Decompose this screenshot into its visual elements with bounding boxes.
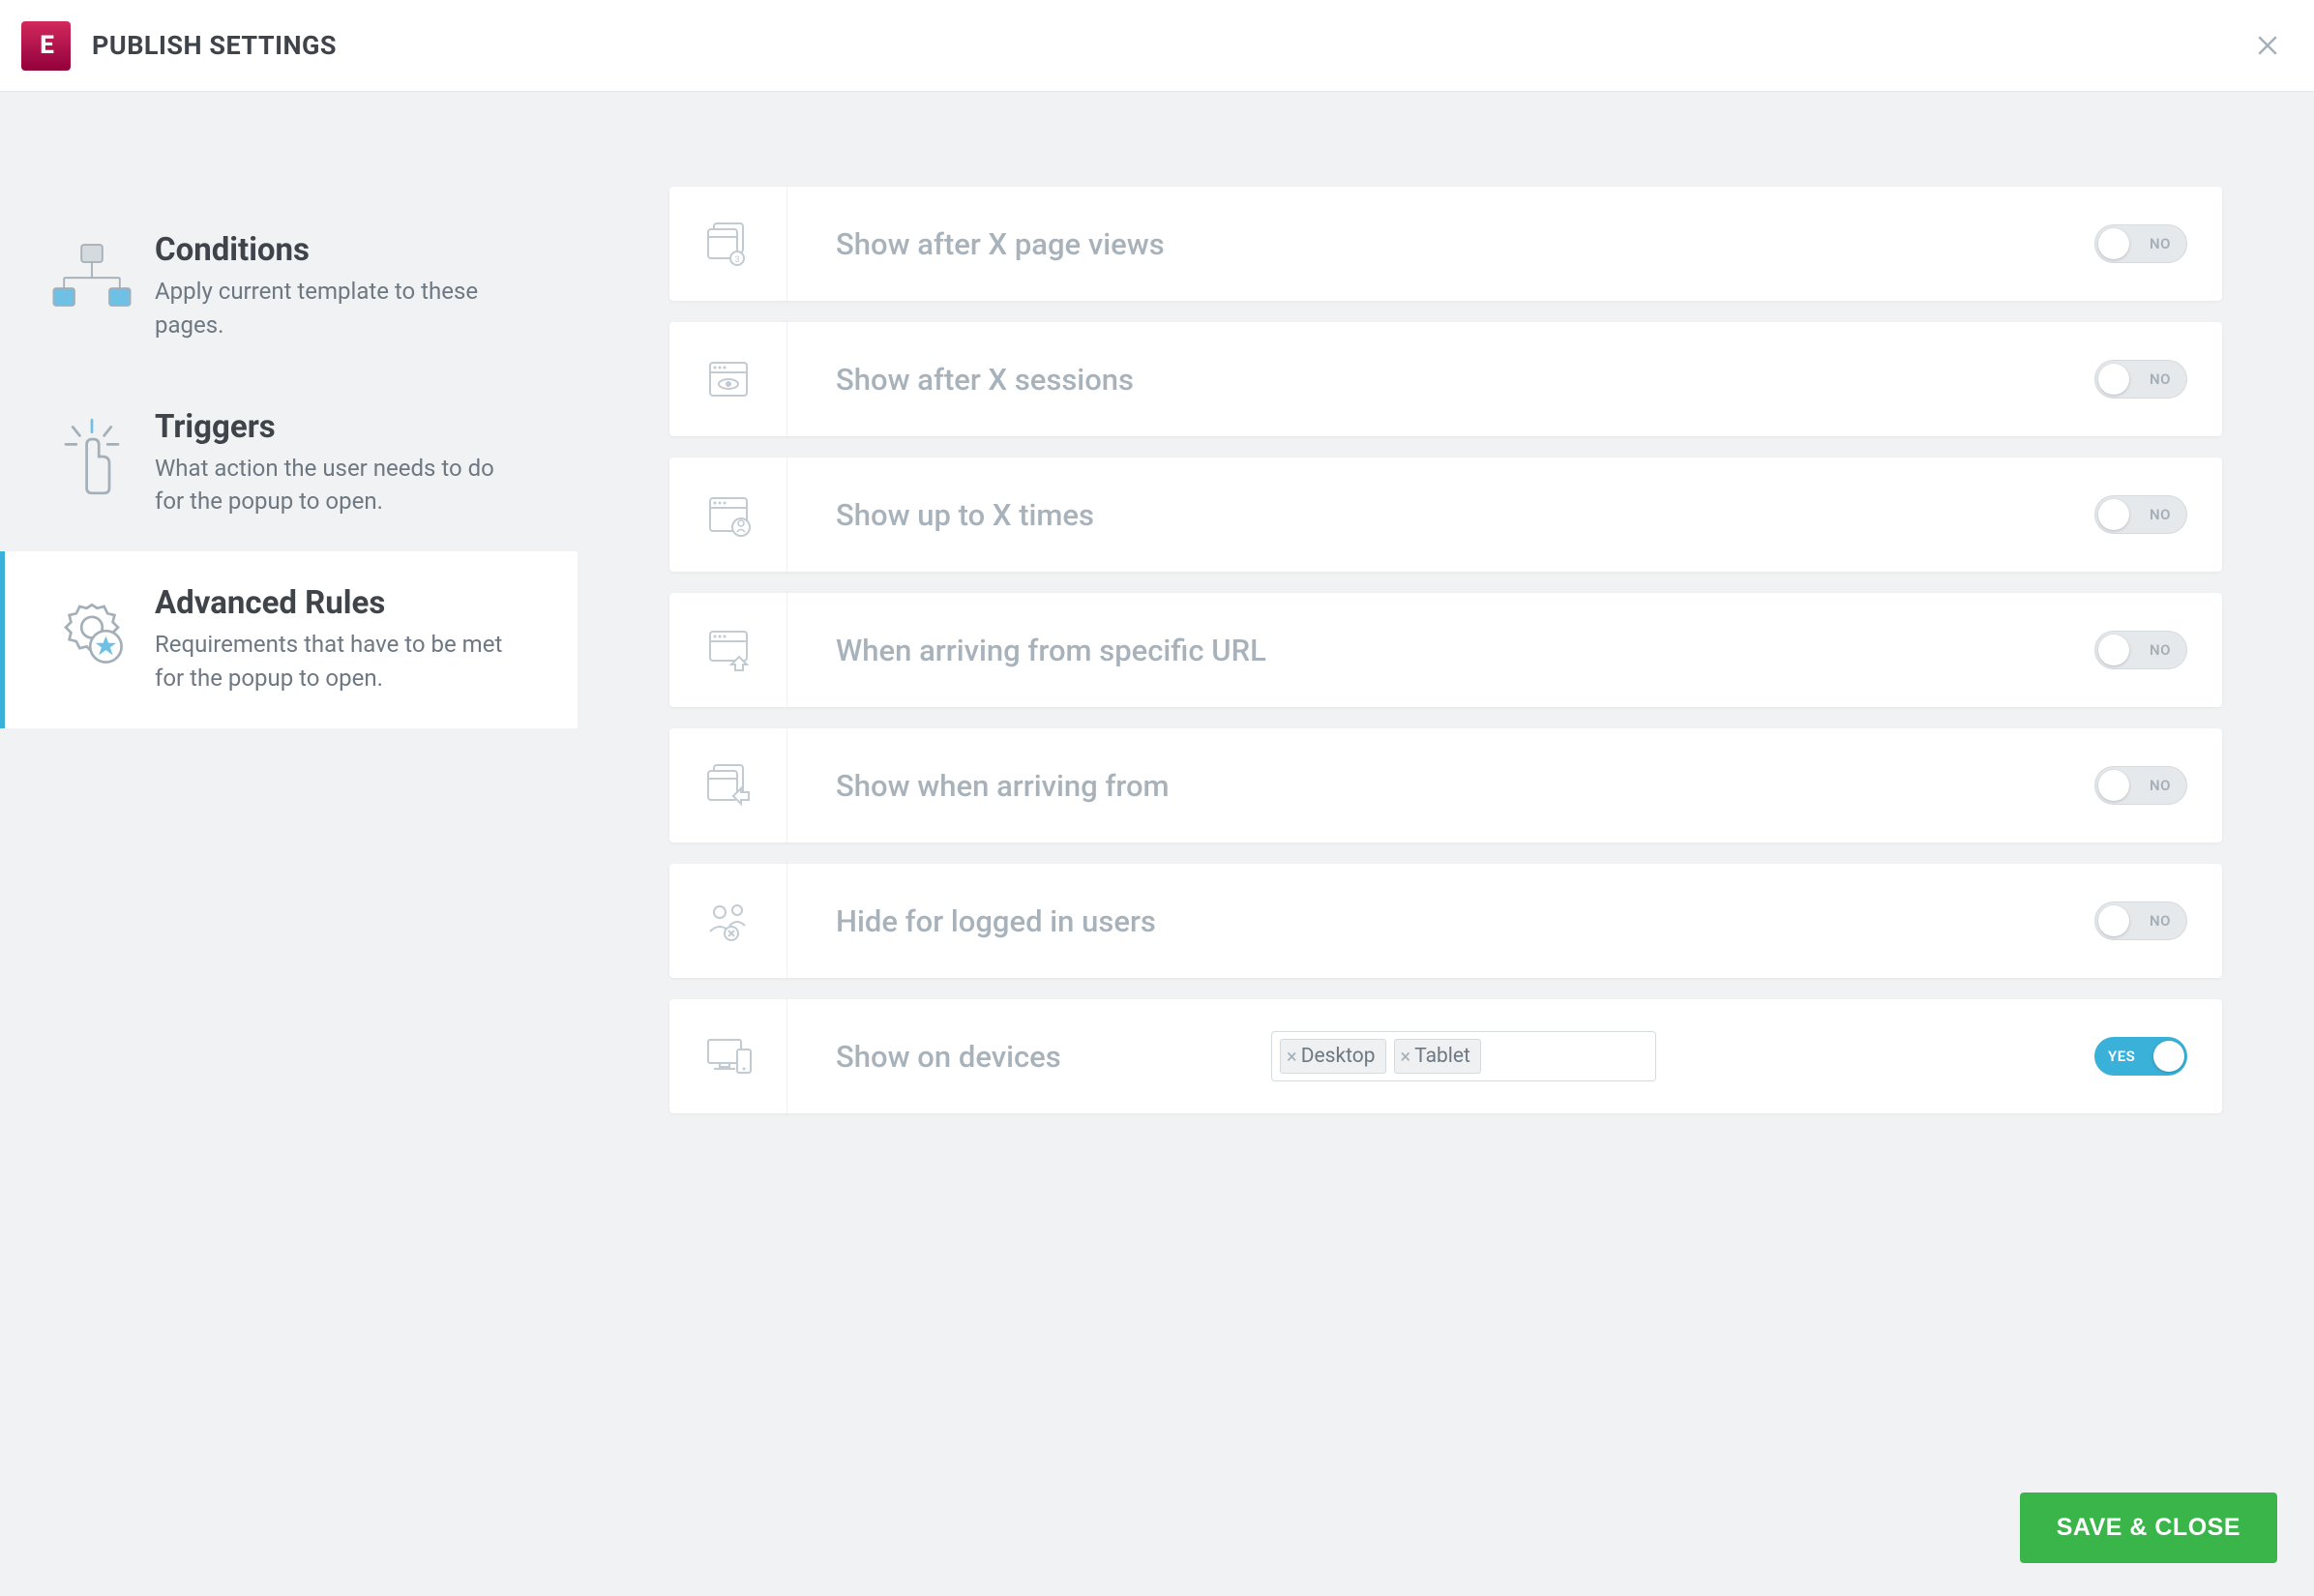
page-title: PUBLISH SETTINGS [92, 30, 337, 61]
tag-remove-icon[interactable]: × [1287, 1045, 1297, 1068]
toggle-devices[interactable]: YES [2094, 1037, 2187, 1076]
footer: SAVE & CLOSE [2020, 1493, 2277, 1563]
toggle-arriving-from[interactable]: NO [2094, 766, 2187, 805]
toggle-handle [2098, 228, 2129, 259]
url-icon [669, 593, 787, 707]
rule-label: Show on devices [787, 1039, 1271, 1075]
sidebar-item-desc: Requirements that have to be met for the… [155, 628, 522, 695]
content-panel: 3 Show after X page views NO [578, 92, 2314, 1596]
toggle-label: NO [2150, 506, 2171, 523]
app-logo: E [21, 21, 71, 71]
tag-label: Tablet [1414, 1045, 1470, 1068]
sidebar-item-desc: Apply current template to these pages. [155, 275, 522, 342]
toggle-logged-in[interactable]: NO [2094, 901, 2187, 940]
rule-arriving-from[interactable]: Show when arriving from NO [669, 728, 2222, 842]
toggle-label: NO [2150, 235, 2171, 252]
rule-label: Hide for logged in users [787, 903, 2077, 939]
rule-label: Show after X sessions [787, 362, 2077, 398]
sidebar-item-triggers[interactable]: Triggers What action the user needs to d… [0, 375, 578, 552]
rule-sessions[interactable]: Show after X sessions NO [669, 322, 2222, 436]
users-icon [669, 864, 787, 978]
devices-tags-input[interactable]: × Desktop × Tablet [1271, 1031, 1656, 1081]
rule-times[interactable]: Show up to X times NO [669, 458, 2222, 572]
svg-text:3: 3 [734, 255, 739, 265]
toggle-label: YES [2108, 1048, 2135, 1065]
arriving-icon [669, 728, 787, 842]
rule-label: Show up to X times [787, 497, 2077, 533]
close-button[interactable] [2250, 28, 2285, 63]
toggle-sessions[interactable]: NO [2094, 360, 2187, 399]
sidebar-item-title: Conditions [155, 231, 522, 269]
rule-devices[interactable]: Show on devices × Desktop × Tablet YES [669, 999, 2222, 1113]
tag-label: Desktop [1301, 1045, 1376, 1068]
toggle-handle [2098, 635, 2129, 665]
sidebar-item-conditions[interactable]: Conditions Apply current template to the… [0, 198, 578, 375]
devices-icon [669, 999, 787, 1113]
toggle-times[interactable]: NO [2094, 495, 2187, 534]
close-icon [2253, 31, 2282, 60]
toggle-handle [2098, 770, 2129, 801]
rule-label: Show after X page views [787, 226, 2077, 262]
triggers-icon [44, 408, 140, 505]
times-icon [669, 458, 787, 572]
toggle-page-views[interactable]: NO [2094, 224, 2187, 263]
header-bar: E PUBLISH SETTINGS [0, 0, 2314, 92]
sidebar-item-title: Advanced Rules [155, 584, 522, 622]
conditions-icon [44, 231, 140, 328]
sidebar-item-title: Triggers [155, 408, 522, 446]
rule-specific-url[interactable]: When arriving from specific URL NO [669, 593, 2222, 707]
toggle-label: NO [2150, 370, 2171, 388]
pages-icon: 3 [669, 187, 787, 301]
main-layout: Conditions Apply current template to the… [0, 92, 2314, 1596]
toggle-handle [2098, 364, 2129, 395]
tag-desktop[interactable]: × Desktop [1280, 1039, 1386, 1074]
sidebar: Conditions Apply current template to the… [0, 92, 578, 1596]
rule-page-views[interactable]: 3 Show after X page views NO [669, 187, 2222, 301]
tag-tablet[interactable]: × Tablet [1394, 1039, 1481, 1074]
rule-logged-in[interactable]: Hide for logged in users NO [669, 864, 2222, 978]
tag-remove-icon[interactable]: × [1401, 1045, 1411, 1068]
toggle-handle [2098, 499, 2129, 530]
rule-label: When arriving from specific URL [787, 633, 2077, 668]
toggle-label: NO [2150, 641, 2171, 659]
toggle-label: NO [2150, 912, 2171, 930]
sessions-icon [669, 322, 787, 436]
toggle-label: NO [2150, 777, 2171, 794]
save-close-button[interactable]: SAVE & CLOSE [2020, 1493, 2277, 1563]
advanced-rules-icon [44, 584, 140, 681]
sidebar-item-advanced-rules[interactable]: Advanced Rules Requirements that have to… [0, 551, 578, 728]
toggle-specific-url[interactable]: NO [2094, 631, 2187, 669]
sidebar-item-desc: What action the user needs to do for the… [155, 452, 522, 519]
rule-label: Show when arriving from [787, 768, 2077, 804]
toggle-handle [2098, 905, 2129, 936]
toggle-handle [2153, 1041, 2184, 1072]
